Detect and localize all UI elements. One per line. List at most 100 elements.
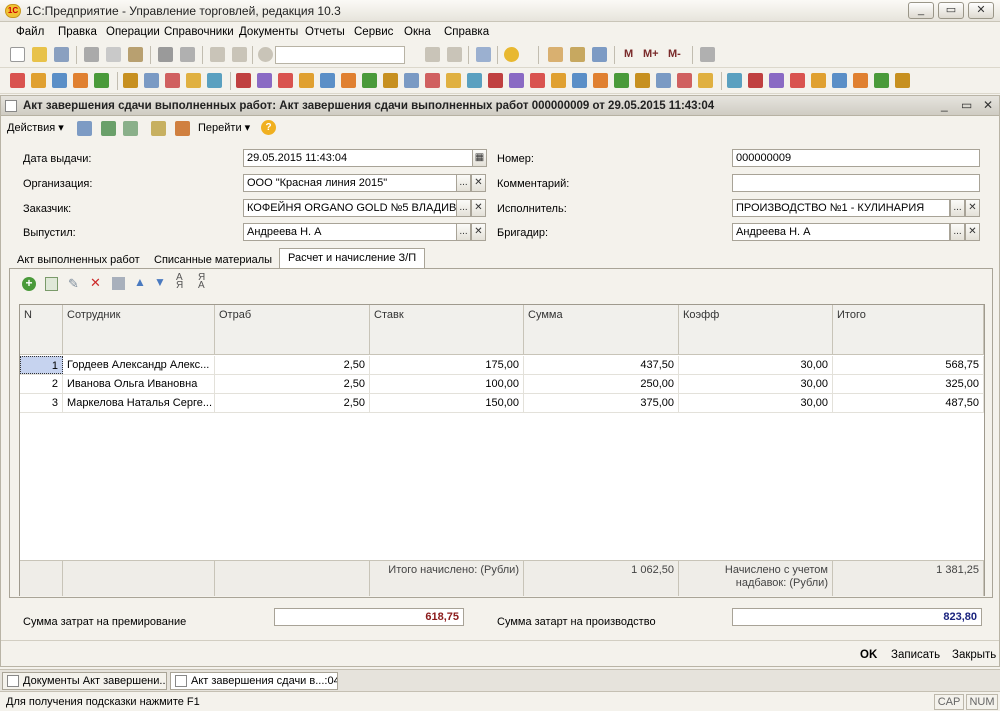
cell-coef[interactable]: 30,00 xyxy=(679,394,833,412)
add-row-icon[interactable]: + xyxy=(22,277,36,291)
issued-by-clear-icon[interactable]: ✕ xyxy=(471,223,486,241)
open-folder-icon[interactable] xyxy=(32,47,47,62)
cashbox-icon[interactable] xyxy=(341,73,356,88)
menu-reports[interactable]: Отчеты xyxy=(305,26,345,38)
menu-service[interactable]: Сервис xyxy=(354,26,393,38)
delete-row-icon[interactable]: ✕ xyxy=(90,275,101,291)
return-icon[interactable] xyxy=(236,73,251,88)
report-icon[interactable] xyxy=(207,73,222,88)
invoice-icon[interactable] xyxy=(811,73,826,88)
column-header-n[interactable]: N xyxy=(20,305,63,355)
taskbar-item-documents[interactable]: Документы Акт завершени... xyxy=(2,672,167,690)
transfer-icon[interactable] xyxy=(769,73,784,88)
search-prev-icon[interactable] xyxy=(447,47,462,62)
structure-icon[interactable] xyxy=(175,121,190,136)
receipt-icon[interactable] xyxy=(52,73,67,88)
organization-clear-icon[interactable]: ✕ xyxy=(471,174,486,192)
tools-icon[interactable] xyxy=(700,47,715,62)
organization-select-button[interactable]: ... xyxy=(456,174,471,192)
warehouse-icon[interactable] xyxy=(144,73,159,88)
orders-icon[interactable] xyxy=(530,73,545,88)
organization-field[interactable]: ООО "Красная линия 2015" xyxy=(243,174,457,192)
cell-n[interactable]: 2 xyxy=(20,375,63,393)
price-icon[interactable] xyxy=(165,73,180,88)
menu-help[interactable]: Справка xyxy=(444,26,489,38)
save-icon[interactable] xyxy=(54,47,69,62)
move-up-icon[interactable]: ▲ xyxy=(134,275,146,289)
users-icon[interactable] xyxy=(592,47,607,62)
copy-row-icon[interactable] xyxy=(45,277,58,291)
warehouse-icon[interactable] xyxy=(404,73,419,88)
orders-icon[interactable] xyxy=(10,73,25,88)
menu-documents[interactable]: Документы xyxy=(239,26,298,38)
menu-edit[interactable]: Правка xyxy=(58,26,97,38)
column-header-employee[interactable]: Сотрудник xyxy=(63,305,215,355)
price-icon[interactable] xyxy=(425,73,440,88)
executor-field[interactable]: ПРОИЗВОДСТВО №1 - КУЛИНАРИЯ xyxy=(732,199,950,217)
copy-document-icon[interactable] xyxy=(123,121,138,136)
salary-table[interactable]: N Сотрудник Отраб Ставк Сумма Коэфф Итог… xyxy=(19,304,985,596)
column-header-total[interactable]: Итого xyxy=(833,305,984,355)
print-preview-icon[interactable] xyxy=(180,47,195,62)
doc-restore-button[interactable]: ▭ xyxy=(961,98,972,112)
bonus-cost-value[interactable]: 618,75 xyxy=(274,608,464,626)
toolbar-search-input[interactable] xyxy=(275,46,405,64)
transfer-icon[interactable] xyxy=(509,73,524,88)
edit-row-icon[interactable]: ✎ xyxy=(68,276,79,292)
price-icon[interactable] xyxy=(677,73,692,88)
actions-menu-button[interactable]: Действия ▾ xyxy=(7,121,64,134)
windows-icon[interactable] xyxy=(476,47,491,62)
cashbox-icon[interactable] xyxy=(593,73,608,88)
goods-icon[interactable] xyxy=(383,73,398,88)
clients-icon[interactable] xyxy=(874,73,889,88)
redo-icon[interactable] xyxy=(232,47,247,62)
invoice-icon[interactable] xyxy=(551,73,566,88)
goto-menu-button[interactable]: Перейти ▾ xyxy=(198,121,250,134)
save-button[interactable]: Записать xyxy=(891,649,940,661)
orders-icon[interactable] xyxy=(790,73,805,88)
customer-field[interactable]: КОФЕЙНЯ ORGANO GOLD №5 ВЛАДИВОСТОК xyxy=(243,199,457,217)
cell-sum[interactable]: 250,00 xyxy=(524,375,679,393)
discount-icon[interactable] xyxy=(446,73,461,88)
column-header-coef[interactable]: Коэфф xyxy=(679,305,833,355)
close-button[interactable]: ✕ xyxy=(968,2,994,19)
search-next-icon[interactable] xyxy=(425,47,440,62)
cell-employee[interactable]: Гордеев Александр Алекс... xyxy=(63,356,215,374)
sort-asc-icon[interactable]: AЯ xyxy=(176,273,183,291)
memory-plus-button[interactable]: M+ xyxy=(643,48,659,60)
new-document-icon[interactable] xyxy=(10,47,25,62)
receipt-icon[interactable] xyxy=(572,73,587,88)
doc-minimize-button[interactable]: _ xyxy=(941,98,948,112)
cell-rate[interactable]: 100,00 xyxy=(370,375,524,393)
foreman-clear-icon[interactable]: ✕ xyxy=(965,223,980,241)
clients-icon[interactable] xyxy=(614,73,629,88)
customer-clear-icon[interactable]: ✕ xyxy=(471,199,486,217)
copy-icon[interactable] xyxy=(106,47,121,62)
column-header-rate[interactable]: Ставк xyxy=(370,305,524,355)
cell-coef[interactable]: 30,00 xyxy=(679,375,833,393)
executor-clear-icon[interactable]: ✕ xyxy=(965,199,980,217)
cut-icon[interactable] xyxy=(84,47,99,62)
goods-icon[interactable] xyxy=(123,73,138,88)
menu-catalogs[interactable]: Справочники xyxy=(164,26,234,38)
goods-icon[interactable] xyxy=(635,73,650,88)
calendar-icon[interactable] xyxy=(570,47,585,62)
goods-icon[interactable] xyxy=(895,73,910,88)
refresh-icon[interactable] xyxy=(101,121,116,136)
foreman-select-button[interactable]: ... xyxy=(950,223,965,241)
cell-total[interactable]: 568,75 xyxy=(833,356,984,374)
table-row[interactable]: 3 Маркелова Наталья Серге... 2,50 150,00 375… xyxy=(20,394,984,413)
search-icon[interactable] xyxy=(258,47,273,62)
cell-sum[interactable]: 375,00 xyxy=(524,394,679,412)
print-icon[interactable] xyxy=(158,47,173,62)
cell-sum[interactable]: 437,50 xyxy=(524,356,679,374)
return-icon[interactable] xyxy=(748,73,763,88)
minimize-button[interactable]: _ xyxy=(908,2,934,19)
based-on-icon[interactable] xyxy=(151,121,166,136)
calculator-icon[interactable] xyxy=(548,47,563,62)
number-field[interactable]: 000000009 xyxy=(732,149,980,167)
report-icon[interactable] xyxy=(727,73,742,88)
cell-total[interactable]: 325,00 xyxy=(833,375,984,393)
warehouse-icon[interactable] xyxy=(656,73,671,88)
table-row[interactable]: 1 Гордеев Александр Алекс... 2,50 175,00 437… xyxy=(20,356,984,375)
